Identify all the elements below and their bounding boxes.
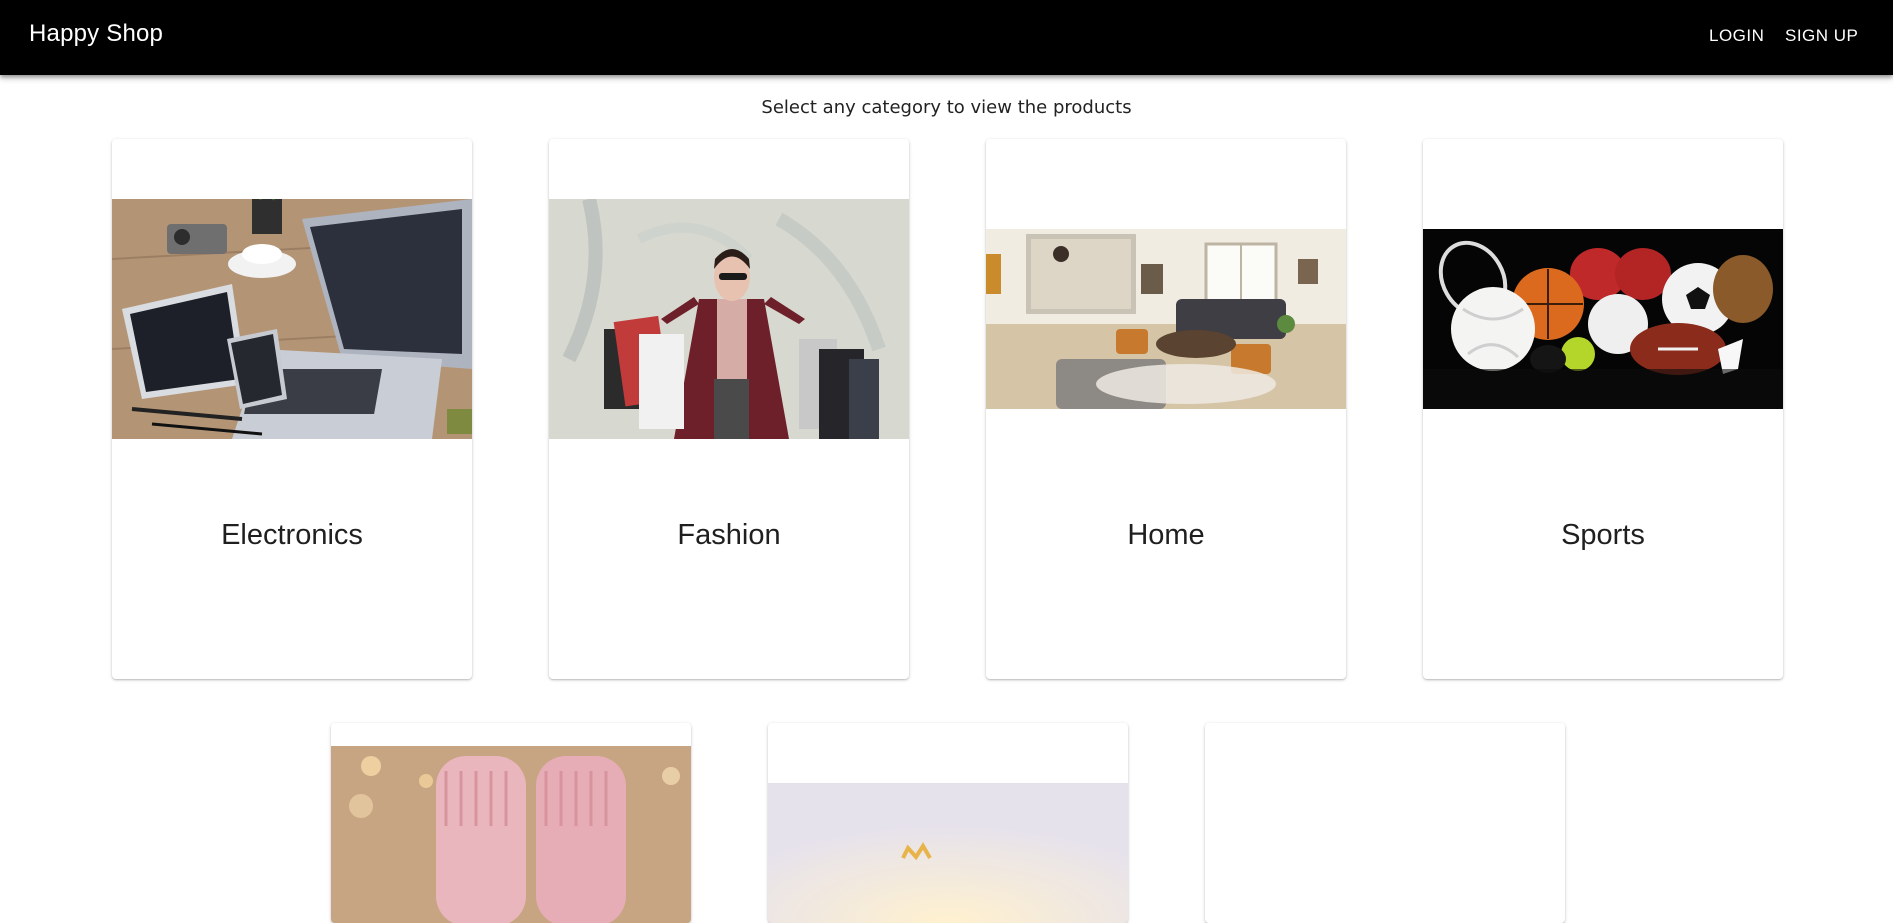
category-card-fashion[interactable]: Fashion <box>549 139 909 679</box>
baby-booties-image <box>331 746 691 923</box>
brand-title[interactable]: Happy Shop <box>29 20 163 48</box>
category-label: Sports <box>1561 519 1645 551</box>
fashion-image <box>549 199 909 439</box>
sports-image <box>1423 229 1783 409</box>
category-card-home[interactable]: Home <box>986 139 1346 679</box>
category-label: Home <box>1127 519 1205 551</box>
category-card-electronics[interactable]: Electronics <box>112 139 472 679</box>
category-card-kids[interactable] <box>331 723 691 923</box>
category-label: Fashion <box>677 519 781 551</box>
category-card-beauty[interactable] <box>768 723 1128 923</box>
signup-button[interactable]: SIGN UP <box>1785 26 1858 46</box>
category-label: Electronics <box>221 519 363 551</box>
category-card-empty[interactable] <box>1205 723 1565 923</box>
electronics-image <box>112 199 472 439</box>
soft-light-image <box>768 783 1128 923</box>
home-image <box>986 229 1346 409</box>
page-subtitle: Select any category to view the products <box>761 97 1132 118</box>
app-bar: Happy Shop LOGIN SIGN UP <box>0 0 1893 75</box>
login-button[interactable]: LOGIN <box>1709 26 1764 46</box>
category-card-sports[interactable]: Sports <box>1423 139 1783 679</box>
